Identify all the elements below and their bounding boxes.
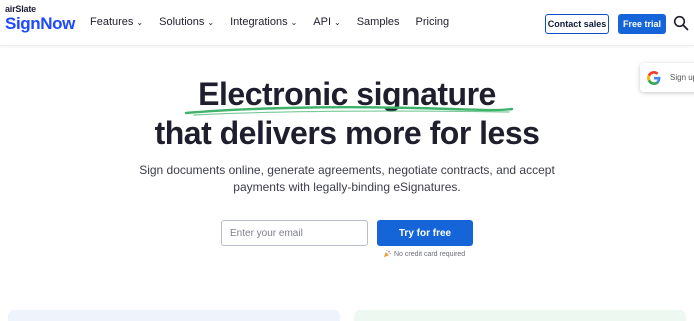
feature-panel-left [8, 310, 340, 321]
try-for-free-button[interactable]: Try for free [377, 220, 473, 246]
party-popper-icon [383, 250, 391, 258]
nav-label: Samples [356, 16, 400, 28]
logo[interactable]: airSlate SignNow [5, 5, 75, 33]
contact-sales-button[interactable]: Contact sales [545, 14, 609, 34]
no-credit-card-text: No credit card required [394, 250, 466, 258]
logo-brand: SignNow [5, 14, 75, 33]
chevron-down-icon: ⌄ [334, 17, 341, 27]
search-icon[interactable] [673, 15, 689, 31]
nav-item-pricing[interactable]: Pricing [416, 16, 450, 28]
main-nav: Features ⌄ Solutions ⌄ Integrations ⌄ API ⌄ … [90, 16, 465, 28]
chevron-down-icon: ⌄ [207, 17, 215, 27]
nav-item-solutions[interactable]: Solutions ⌄ [159, 16, 214, 28]
no-credit-card-note: No credit card required [383, 250, 465, 258]
site-header: airSlate SignNow Features ⌄ Solutions ⌄ In… [0, 0, 694, 46]
nav-item-features[interactable]: Features ⌄ [90, 16, 143, 28]
feature-panel-right [354, 310, 686, 321]
nav-item-samples[interactable]: Samples [357, 16, 400, 28]
nav-label: API [313, 16, 332, 28]
nav-item-api[interactable]: API ⌄ [313, 16, 340, 28]
chevron-down-icon: ⌄ [290, 17, 298, 27]
nav-label: Features [90, 16, 134, 28]
nav-item-integrations[interactable]: Integrations ⌄ [230, 16, 297, 28]
nav-label: Integrations [230, 16, 288, 28]
nav-label: Pricing [415, 16, 450, 28]
free-trial-button[interactable]: Free trial [618, 14, 666, 34]
hero-subtitle: Sign documents online, generate agreemen… [139, 163, 555, 194]
hero-title-line-2: that delivers more for less [154, 115, 540, 151]
email-input[interactable] [221, 220, 368, 246]
nav-label: Solutions [159, 16, 205, 28]
chevron-down-icon: ⌄ [136, 17, 144, 27]
